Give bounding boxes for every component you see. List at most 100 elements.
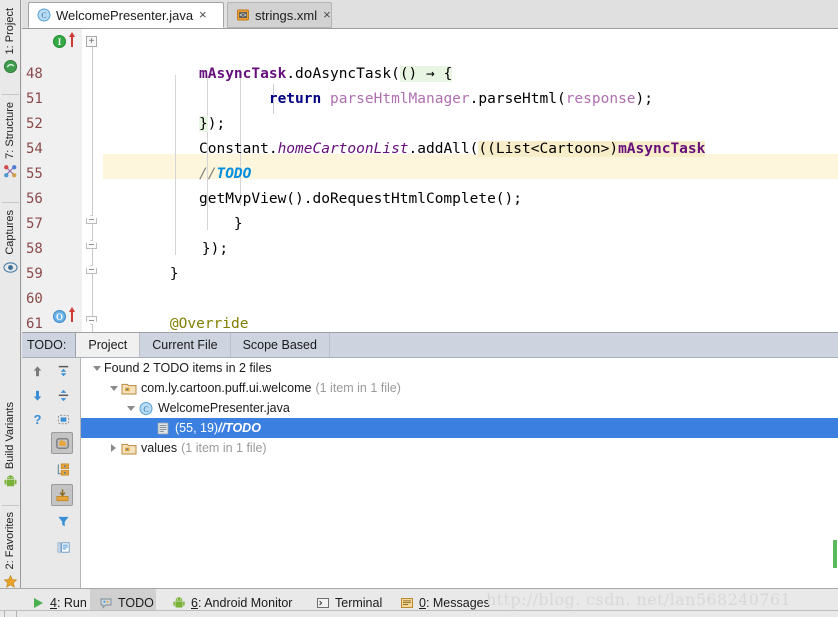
- package-icon: [121, 381, 137, 396]
- tree-node-label: values: [141, 441, 178, 455]
- preview-source-icon[interactable]: [52, 536, 74, 558]
- close-icon[interactable]: ×: [199, 8, 207, 21]
- line-number: 58: [26, 241, 43, 257]
- android-icon: [3, 474, 18, 489]
- line-number: 57: [26, 216, 43, 232]
- indent-guide: [175, 75, 176, 255]
- preview-usages-icon[interactable]: [52, 408, 74, 430]
- todo-toolbar: ?: [22, 358, 80, 589]
- chevron-down-icon[interactable]: [123, 405, 138, 411]
- tree-node-values[interactable]: values (1 item in 1 file): [81, 438, 838, 458]
- sidebar-item-favorites[interactable]: 2: Favorites: [0, 510, 21, 589]
- terminal-icon: [316, 596, 330, 610]
- tree-node-todo-item[interactable]: (55, 19) //TODO: [81, 418, 838, 438]
- status-button-label: : Run: [56, 595, 87, 610]
- code-line-52: });: [199, 116, 226, 132]
- group-by-module-icon[interactable]: [51, 432, 73, 454]
- code-line-58: });: [167, 241, 229, 257]
- left-tool-window-bar: 1: Project 7: Structure Captures Build V…: [0, 0, 21, 596]
- next-occurrence-icon[interactable]: [26, 384, 48, 406]
- android-icon: [172, 596, 186, 610]
- collapse-all-icon[interactable]: [52, 384, 74, 406]
- todo-line-icon: [155, 421, 171, 436]
- line-number: 54: [26, 141, 43, 157]
- todo-icon: [99, 596, 113, 610]
- code-editor[interactable]: 48 51 52 54 55 56 57 58 59 60 61 62 I O …: [22, 29, 838, 332]
- tab-label: Scope Based: [242, 338, 317, 352]
- tab-current-file[interactable]: Current File: [139, 333, 231, 357]
- todo-panel-body: ? Found 2 TODO items in 2 files com.ly.c…: [22, 358, 838, 589]
- editor-tab-bar: C WelcomePresenter.java × <> strings.xml…: [22, 0, 838, 29]
- tree-node-label: Found 2 TODO items in 2 files: [104, 361, 272, 375]
- tree-node-label: WelcomePresenter.java: [158, 401, 290, 415]
- autoscroll-to-source-icon[interactable]: [51, 484, 73, 506]
- previous-occurrence-icon[interactable]: [26, 360, 48, 382]
- sidebar-item-project[interactable]: 1: Project: [0, 6, 21, 74]
- sidebar-item-captures[interactable]: Captures: [0, 208, 21, 275]
- tree-node-count: (1 item in 1 file): [181, 441, 267, 455]
- code-line-51: return parseHtmlManager.parseHtml(respon…: [268, 91, 653, 107]
- tab-label: Project: [88, 338, 128, 352]
- flatten-packages-icon[interactable]: [52, 458, 74, 480]
- line-number: 60: [26, 291, 43, 307]
- xml-file-icon: <>: [236, 8, 250, 22]
- help-icon[interactable]: ?: [26, 408, 48, 430]
- tree-node-label: com.ly.cartoon.puff.ui.welcome: [141, 381, 312, 395]
- tree-node-location: (55, 19): [175, 421, 219, 435]
- tree-node-file[interactable]: C WelcomePresenter.java: [81, 398, 838, 418]
- code-line-55: //TODO: [199, 166, 252, 182]
- fold-expand-icon[interactable]: +: [86, 36, 97, 47]
- expand-all-icon[interactable]: [52, 360, 74, 382]
- tab-strings-xml[interactable]: <> strings.xml ×: [227, 2, 332, 28]
- tab-scope-based[interactable]: Scope Based: [229, 333, 330, 357]
- tab-label: WelcomePresenter.java: [56, 7, 194, 23]
- status-button-key: 4: [50, 595, 57, 610]
- code-line-48: mAsyncTask.doAsyncTask(() → {: [199, 66, 453, 82]
- svg-text:C: C: [41, 11, 46, 20]
- line-number: 59: [26, 266, 43, 282]
- sidebar-item-label: Build Variants: [4, 402, 16, 470]
- todo-tab-bar: TODO: Project Current File Scope Based: [22, 333, 838, 358]
- status-button-label: Terminal: [335, 595, 383, 610]
- chevron-right-icon[interactable]: [106, 444, 121, 452]
- watermark-text: http://blog. csdn. net/lan568240761: [486, 590, 792, 609]
- java-class-icon: C: [138, 401, 154, 416]
- tree-node-root[interactable]: Found 2 TODO items in 2 files: [81, 358, 838, 378]
- chevron-down-icon[interactable]: [89, 365, 104, 371]
- implementing-method-marker[interactable]: I: [53, 35, 66, 48]
- chevron-down-icon[interactable]: [106, 385, 121, 391]
- sidebar-item-label: 7: Structure: [4, 102, 16, 159]
- java-class-icon: C: [37, 8, 51, 22]
- svg-text:<>: <>: [239, 13, 247, 19]
- code-line-54: Constant.homeCartoonList.addAll(((List<C…: [199, 141, 706, 157]
- bottom-overflow-strip: [0, 610, 838, 617]
- sidebar-item-label: Captures: [4, 210, 16, 255]
- run-icon: [31, 596, 45, 610]
- tab-project[interactable]: Project: [75, 333, 141, 357]
- todo-tool-window: TODO: Project Current File Scope Based ?…: [22, 332, 838, 589]
- svg-text:C: C: [143, 404, 148, 413]
- tree-node-package[interactable]: com.ly.cartoon.puff.ui.welcome (1 item i…: [81, 378, 838, 398]
- captures-icon: [3, 260, 18, 275]
- todo-tree[interactable]: Found 2 TODO items in 2 files com.ly.car…: [80, 358, 838, 589]
- filter-icon[interactable]: [52, 510, 74, 532]
- package-icon: [121, 441, 137, 456]
- overriding-method-marker[interactable]: O: [53, 310, 66, 323]
- tree-node-todo-text: //TODO: [218, 421, 261, 435]
- ide-window: 1: Project 7: Structure Captures Build V…: [0, 0, 838, 617]
- toolbar-divider: [2, 505, 19, 506]
- messages-icon: [400, 596, 414, 610]
- checkbox-ghost-icon: [4, 611, 17, 617]
- sidebar-item-label: 2: Favorites: [4, 512, 16, 570]
- sidebar-item-structure[interactable]: 7: Structure: [0, 100, 21, 179]
- tree-node-count: (1 item in 1 file): [315, 381, 401, 395]
- tab-welcome-presenter[interactable]: C WelcomePresenter.java ×: [28, 2, 224, 28]
- close-icon[interactable]: ×: [323, 8, 331, 21]
- fold-region-line: [92, 45, 93, 332]
- line-number: 51: [26, 91, 43, 107]
- status-button-label: : Messages: [425, 595, 490, 610]
- sidebar-item-build-variants[interactable]: Build Variants: [0, 400, 21, 489]
- fold-column[interactable]: [82, 29, 103, 332]
- code-line-56: getMvpView().doRequestHtmlComplete();: [199, 191, 523, 207]
- marker-up-arrow-icon: [68, 307, 76, 323]
